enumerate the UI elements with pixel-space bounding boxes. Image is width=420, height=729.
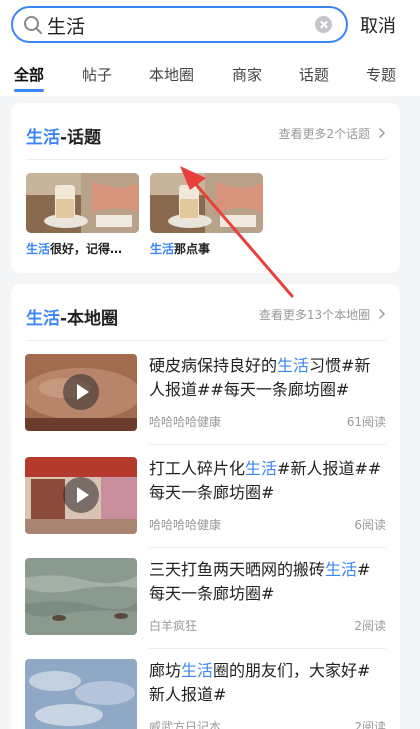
title-suffix: -本地圈 [60, 309, 119, 329]
post-title: 打工人碎片化生活#新人报道##每天一条廊坊圈# [149, 459, 382, 502]
topic-label: 生活很好，记得… [26, 242, 123, 256]
search-bar: 取消 [0, 0, 420, 52]
divider [149, 648, 386, 649]
coffee-photo [150, 173, 263, 233]
post-read-count: 2阅读 [354, 720, 386, 729]
divider [149, 444, 386, 445]
post-title: 廊坊生活圈的朋友们，大家好#新人报道# [149, 661, 371, 704]
search-box[interactable] [11, 6, 348, 43]
post-thumbnail [25, 558, 137, 635]
tab-posts[interactable]: 帖子 [82, 64, 112, 85]
title-highlight: 生活 [26, 128, 60, 148]
divider [149, 547, 386, 548]
post-title: 三天打鱼两天晒网的搬砖生活#每天一条廊坊圈# [149, 560, 371, 603]
post-read-count: 6阅读 [354, 518, 386, 532]
tab-all[interactable]: 全部 [14, 64, 44, 85]
tab-merchants[interactable]: 商家 [232, 64, 262, 85]
divider [26, 159, 386, 160]
active-tab-indicator [14, 89, 44, 92]
tab-specials[interactable]: 专题 [366, 64, 396, 85]
tab-topics[interactable]: 话题 [299, 64, 329, 85]
search-icon [24, 16, 42, 34]
post-author: 白羊疯狂 [149, 619, 198, 633]
cancel-button[interactable]: 取消 [360, 12, 396, 38]
pond-photo [25, 558, 137, 635]
post-read-count: 2阅读 [354, 619, 386, 633]
post-thumbnail [25, 659, 137, 729]
more-circles-label: 查看更多13个本地圈 [258, 308, 371, 322]
topic-label: 生活那点事 [150, 242, 211, 256]
topic-thumbnail [150, 173, 263, 233]
more-circles-link[interactable]: 查看更多13个本地圈 [259, 306, 386, 323]
more-topics-label: 查看更多2个话题 [278, 127, 371, 141]
post-title: 硬皮病保持良好的生活习惯#新人报道##每天一条廊坊圈# [149, 356, 371, 399]
divider [26, 340, 386, 341]
post-item[interactable]: 三天打鱼两天晒网的搬砖生活#每天一条廊坊圈# 白羊疯狂 2阅读 [25, 558, 386, 661]
post-author: 哈哈哈哈健康 [149, 415, 222, 429]
play-icon[interactable] [63, 374, 99, 410]
post-read-count: 61阅读 [346, 415, 386, 429]
clear-icon[interactable] [315, 16, 332, 33]
title-suffix: -话题 [60, 128, 102, 148]
section-title: 生活-话题 [26, 123, 101, 148]
chevron-right-icon [379, 128, 385, 138]
topic-item[interactable]: 生活很好，记得… [26, 173, 139, 257]
post-item[interactable]: 打工人碎片化生活#新人报道##每天一条廊坊圈# 哈哈哈哈健康 6阅读 [25, 457, 386, 560]
topic-thumbnail [26, 173, 139, 233]
search-input[interactable] [47, 12, 297, 38]
post-item[interactable]: 硬皮病保持良好的生活习惯#新人报道##每天一条廊坊圈# 哈哈哈哈健康 61阅读 [25, 354, 386, 457]
post-thumbnail [25, 354, 137, 431]
tab-local-circles[interactable]: 本地圈 [149, 64, 194, 85]
play-icon[interactable] [63, 477, 99, 513]
section-title: 生活-本地圈 [26, 304, 118, 329]
category-tabs: 全部 帖子 本地圈 商家 话题 专题 [0, 52, 420, 96]
coffee-photo [26, 173, 139, 233]
more-topics-link[interactable]: 查看更多2个话题 [279, 125, 386, 142]
topic-section: 生活-话题 查看更多2个话题 生活很好，记得… 生活那点事 [11, 103, 400, 273]
post-author: 威武方日记本 [149, 720, 222, 729]
chevron-right-icon [379, 309, 385, 319]
local-circle-section: 生活-本地圈 查看更多13个本地圈 硬皮病保持良好的生活习惯#新人报道##每天一… [11, 284, 400, 729]
title-highlight: 生活 [26, 309, 60, 329]
post-author: 哈哈哈哈健康 [149, 518, 222, 532]
post-thumbnail [25, 457, 137, 534]
post-item[interactable]: 廊坊生活圈的朋友们，大家好#新人报道# 威武方日记本 2阅读 [25, 659, 386, 729]
topic-item[interactable]: 生活那点事 [150, 173, 263, 257]
sky-photo [25, 659, 137, 729]
